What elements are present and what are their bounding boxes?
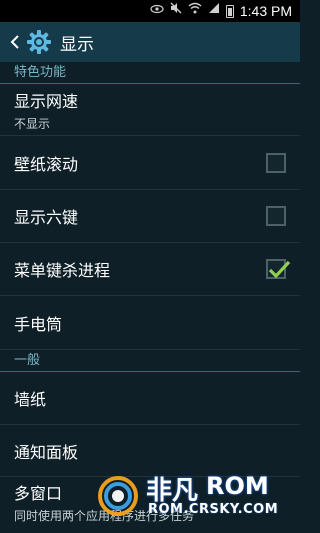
- setting-label: 墙纸: [14, 390, 47, 409]
- setting-label: 通知面板: [14, 442, 79, 462]
- setting-label: 壁纸滚动: [14, 154, 79, 174]
- six-keys-checkbox[interactable]: [266, 206, 286, 226]
- gear-icon[interactable]: [26, 29, 52, 55]
- chevron-left-icon[interactable]: [6, 30, 24, 54]
- watermark-rom: ROM: [206, 472, 269, 500]
- mute-icon: [170, 0, 182, 22]
- setting-summary: 不显示: [14, 116, 51, 131]
- watermark-logo: 非凡 ROM ROM.CRSKY.COM: [96, 460, 300, 529]
- section-header-general: 一般: [0, 350, 300, 372]
- setting-wallpaper-scroll[interactable]: 壁纸滚动: [0, 136, 300, 190]
- setting-six-keys[interactable]: 显示六键: [0, 190, 300, 243]
- section-header-special: 特色功能: [0, 62, 300, 84]
- status-time: 1:43 PM: [239, 3, 292, 19]
- status-bar: 1:43 PM: [0, 0, 300, 22]
- setting-menu-kill[interactable]: 菜单键杀进程: [0, 243, 300, 296]
- setting-label: 多窗口: [14, 484, 63, 503]
- checkmark-icon: [268, 260, 291, 279]
- wifi-icon: [188, 0, 202, 22]
- setting-flashlight[interactable]: 手电筒: [0, 296, 300, 350]
- setting-wallpaper[interactable]: 墙纸: [0, 372, 300, 425]
- page-title: 显示: [60, 34, 94, 55]
- action-bar: 显示: [0, 22, 300, 62]
- setting-network-speed[interactable]: 显示网速 不显示: [0, 84, 300, 136]
- setting-label: 手电筒: [14, 314, 63, 334]
- signal-icon: [208, 0, 220, 22]
- setting-label: 菜单键杀进程: [14, 261, 111, 280]
- wallpaper-scroll-checkbox[interactable]: [266, 152, 286, 173]
- battery-icon: [225, 4, 234, 18]
- eye-icon: [150, 0, 164, 22]
- watermark-url: ROM.CRSKY.COM: [148, 502, 279, 517]
- setting-label: 显示网速: [14, 91, 79, 111]
- menu-kill-checkbox[interactable]: [266, 259, 291, 279]
- setting-label: 显示六键: [14, 208, 79, 227]
- settings-list: 特色功能 显示网速 不显示 壁纸滚动 显示六键 菜单键杀进程 手电筒 一般 墙纸…: [0, 62, 300, 527]
